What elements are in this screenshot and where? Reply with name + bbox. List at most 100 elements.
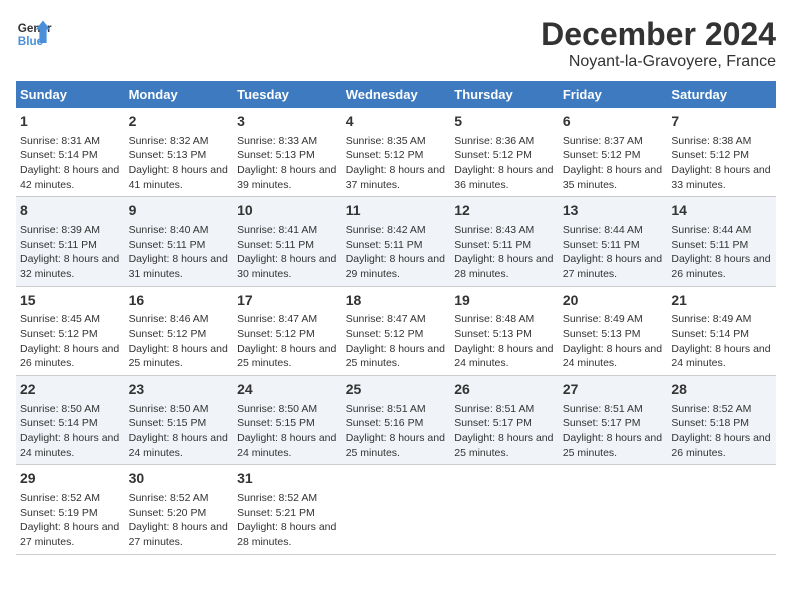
daylight-text: Daylight: 8 hours and 25 minutes.	[563, 431, 664, 460]
sunrise-text: Sunrise: 8:38 AM	[671, 134, 772, 149]
day-number: 24	[237, 380, 338, 400]
calendar-cell: 31Sunrise: 8:52 AMSunset: 5:21 PMDayligh…	[233, 465, 342, 554]
sunset-text: Sunset: 5:16 PM	[346, 416, 447, 431]
day-number: 7	[671, 112, 772, 132]
daylight-text: Daylight: 8 hours and 27 minutes.	[20, 520, 121, 549]
sunset-text: Sunset: 5:21 PM	[237, 506, 338, 521]
calendar-cell: 24Sunrise: 8:50 AMSunset: 5:15 PMDayligh…	[233, 376, 342, 465]
day-number: 9	[129, 201, 230, 221]
sunrise-text: Sunrise: 8:31 AM	[20, 134, 121, 149]
day-number: 22	[20, 380, 121, 400]
sunset-text: Sunset: 5:12 PM	[237, 327, 338, 342]
calendar-cell: 9Sunrise: 8:40 AMSunset: 5:11 PMDaylight…	[125, 197, 234, 286]
day-number: 16	[129, 291, 230, 311]
daylight-text: Daylight: 8 hours and 24 minutes.	[20, 431, 121, 460]
day-number: 8	[20, 201, 121, 221]
sunrise-text: Sunrise: 8:43 AM	[454, 223, 555, 238]
sunset-text: Sunset: 5:11 PM	[454, 238, 555, 253]
logo-icon: General Blue	[16, 16, 52, 52]
weekday-header: Tuesday	[233, 81, 342, 108]
sunset-text: Sunset: 5:11 PM	[237, 238, 338, 253]
calendar-cell: 21Sunrise: 8:49 AMSunset: 5:14 PMDayligh…	[667, 286, 776, 375]
sunrise-text: Sunrise: 8:39 AM	[20, 223, 121, 238]
day-number: 29	[20, 469, 121, 489]
calendar-cell	[559, 465, 668, 554]
calendar-cell: 4Sunrise: 8:35 AMSunset: 5:12 PMDaylight…	[342, 108, 451, 197]
calendar-cell: 14Sunrise: 8:44 AMSunset: 5:11 PMDayligh…	[667, 197, 776, 286]
daylight-text: Daylight: 8 hours and 25 minutes.	[237, 342, 338, 371]
sunset-text: Sunset: 5:12 PM	[671, 148, 772, 163]
sunset-text: Sunset: 5:11 PM	[671, 238, 772, 253]
sunrise-text: Sunrise: 8:51 AM	[563, 402, 664, 417]
sunset-text: Sunset: 5:14 PM	[671, 327, 772, 342]
sunset-text: Sunset: 5:11 PM	[346, 238, 447, 253]
calendar-week-row: 15Sunrise: 8:45 AMSunset: 5:12 PMDayligh…	[16, 286, 776, 375]
daylight-text: Daylight: 8 hours and 25 minutes.	[129, 342, 230, 371]
calendar-cell: 5Sunrise: 8:36 AMSunset: 5:12 PMDaylight…	[450, 108, 559, 197]
sunset-text: Sunset: 5:12 PM	[563, 148, 664, 163]
day-number: 30	[129, 469, 230, 489]
sunrise-text: Sunrise: 8:51 AM	[454, 402, 555, 417]
calendar-week-row: 29Sunrise: 8:52 AMSunset: 5:19 PMDayligh…	[16, 465, 776, 554]
weekday-header: Saturday	[667, 81, 776, 108]
month-title: December 2024	[541, 16, 776, 53]
day-number: 3	[237, 112, 338, 132]
day-number: 4	[346, 112, 447, 132]
daylight-text: Daylight: 8 hours and 26 minutes.	[671, 431, 772, 460]
daylight-text: Daylight: 8 hours and 36 minutes.	[454, 163, 555, 192]
daylight-text: Daylight: 8 hours and 35 minutes.	[563, 163, 664, 192]
weekday-header: Wednesday	[342, 81, 451, 108]
sunrise-text: Sunrise: 8:50 AM	[20, 402, 121, 417]
title-block: December 2024 Noyant-la-Gravoyere, Franc…	[541, 16, 776, 71]
calendar-cell: 8Sunrise: 8:39 AMSunset: 5:11 PMDaylight…	[16, 197, 125, 286]
sunrise-text: Sunrise: 8:47 AM	[346, 312, 447, 327]
weekday-header: Thursday	[450, 81, 559, 108]
sunrise-text: Sunrise: 8:44 AM	[563, 223, 664, 238]
daylight-text: Daylight: 8 hours and 26 minutes.	[20, 342, 121, 371]
sunset-text: Sunset: 5:17 PM	[454, 416, 555, 431]
sunrise-text: Sunrise: 8:32 AM	[129, 134, 230, 149]
sunrise-text: Sunrise: 8:47 AM	[237, 312, 338, 327]
sunset-text: Sunset: 5:18 PM	[671, 416, 772, 431]
sunrise-text: Sunrise: 8:52 AM	[129, 491, 230, 506]
day-number: 19	[454, 291, 555, 311]
sunset-text: Sunset: 5:17 PM	[563, 416, 664, 431]
daylight-text: Daylight: 8 hours and 24 minutes.	[129, 431, 230, 460]
day-number: 25	[346, 380, 447, 400]
calendar-cell	[342, 465, 451, 554]
calendar-cell: 25Sunrise: 8:51 AMSunset: 5:16 PMDayligh…	[342, 376, 451, 465]
calendar-cell: 28Sunrise: 8:52 AMSunset: 5:18 PMDayligh…	[667, 376, 776, 465]
day-number: 6	[563, 112, 664, 132]
calendar-cell: 2Sunrise: 8:32 AMSunset: 5:13 PMDaylight…	[125, 108, 234, 197]
day-number: 15	[20, 291, 121, 311]
daylight-text: Daylight: 8 hours and 33 minutes.	[671, 163, 772, 192]
daylight-text: Daylight: 8 hours and 28 minutes.	[454, 252, 555, 281]
day-number: 28	[671, 380, 772, 400]
calendar-cell: 18Sunrise: 8:47 AMSunset: 5:12 PMDayligh…	[342, 286, 451, 375]
sunset-text: Sunset: 5:13 PM	[563, 327, 664, 342]
day-number: 2	[129, 112, 230, 132]
weekday-header: Friday	[559, 81, 668, 108]
page-header: General Blue December 2024 Noyant-la-Gra…	[16, 16, 776, 71]
calendar-cell: 27Sunrise: 8:51 AMSunset: 5:17 PMDayligh…	[559, 376, 668, 465]
calendar-cell: 20Sunrise: 8:49 AMSunset: 5:13 PMDayligh…	[559, 286, 668, 375]
calendar-cell: 19Sunrise: 8:48 AMSunset: 5:13 PMDayligh…	[450, 286, 559, 375]
sunset-text: Sunset: 5:12 PM	[20, 327, 121, 342]
sunrise-text: Sunrise: 8:42 AM	[346, 223, 447, 238]
daylight-text: Daylight: 8 hours and 32 minutes.	[20, 252, 121, 281]
calendar-cell: 15Sunrise: 8:45 AMSunset: 5:12 PMDayligh…	[16, 286, 125, 375]
calendar-cell: 26Sunrise: 8:51 AMSunset: 5:17 PMDayligh…	[450, 376, 559, 465]
calendar-cell: 22Sunrise: 8:50 AMSunset: 5:14 PMDayligh…	[16, 376, 125, 465]
daylight-text: Daylight: 8 hours and 28 minutes.	[237, 520, 338, 549]
day-number: 12	[454, 201, 555, 221]
calendar-week-row: 8Sunrise: 8:39 AMSunset: 5:11 PMDaylight…	[16, 197, 776, 286]
daylight-text: Daylight: 8 hours and 37 minutes.	[346, 163, 447, 192]
sunrise-text: Sunrise: 8:45 AM	[20, 312, 121, 327]
daylight-text: Daylight: 8 hours and 41 minutes.	[129, 163, 230, 192]
day-number: 14	[671, 201, 772, 221]
calendar-cell: 12 Sunrise: 8:43 AMSunset: 5:11 PMDayligh…	[450, 197, 559, 286]
sunrise-text: Sunrise: 8:41 AM	[237, 223, 338, 238]
day-number: 23	[129, 380, 230, 400]
sunset-text: Sunset: 5:20 PM	[129, 506, 230, 521]
sunset-text: Sunset: 5:15 PM	[129, 416, 230, 431]
